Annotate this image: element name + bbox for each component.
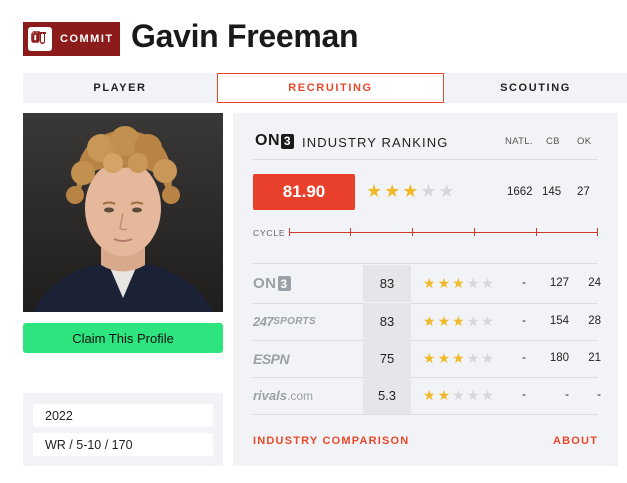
star-empty-icon: ★ xyxy=(466,350,480,366)
position-size: WR / 5-10 / 170 xyxy=(33,433,213,456)
industry-score: 81.90 xyxy=(253,174,355,210)
player-photo xyxy=(23,113,223,312)
service-rating: 75 xyxy=(363,340,411,377)
industry-stars: ★ ★ ★ ★ ★ xyxy=(366,181,455,201)
service-row-on3: ON 3 83 ★ ★ ★ ★ ★ - 127 24 xyxy=(253,265,601,302)
star-filled-icon: ★ xyxy=(437,275,451,291)
about-link[interactable]: ABOUT xyxy=(553,435,598,447)
service-stars: ★ ★ ★ ★ ★ xyxy=(423,314,494,328)
star-empty-icon: ★ xyxy=(481,387,494,403)
service-stars: ★ ★ ★ ★ ★ xyxy=(423,388,494,402)
star-empty-icon: ★ xyxy=(466,275,480,291)
star-filled-icon: ★ xyxy=(423,275,436,291)
on3-logo-icon: ON 3 xyxy=(253,265,291,302)
divider xyxy=(253,414,598,415)
service-stars: ★ ★ ★ ★ ★ xyxy=(423,351,494,365)
star-empty-icon: ★ xyxy=(438,181,455,201)
column-header-natl: NATL. xyxy=(505,136,533,147)
player-info-box: 2022 WR / 5-10 / 170 xyxy=(23,393,223,466)
profile-tabs: PLAYER RECRUITING SCOUTING xyxy=(23,73,627,103)
cycle-tick xyxy=(597,228,598,236)
service-natl: - xyxy=(522,315,526,327)
column-header-cb: CB xyxy=(546,136,560,147)
star-filled-icon: ★ xyxy=(423,387,436,403)
industry-cb-rank: 145 xyxy=(542,186,562,198)
service-rating: 83 xyxy=(363,265,411,302)
cycle-tick xyxy=(289,228,290,236)
star-empty-icon: ★ xyxy=(481,313,494,329)
star-filled-icon: ★ xyxy=(452,313,465,329)
star-filled-icon: ★ xyxy=(452,350,465,366)
service-row-247sports: 247 SPORTS 83 ★ ★ ★ ★ ★ - 154 28 xyxy=(253,303,601,340)
service-ok: - xyxy=(597,389,601,401)
star-filled-icon: ★ xyxy=(423,350,436,366)
star-filled-icon: ★ xyxy=(437,350,451,366)
service-cb: 154 xyxy=(549,315,569,327)
star-filled-icon: ★ xyxy=(423,313,436,329)
on3-logo-icon: ON 3 xyxy=(255,132,294,150)
service-cb: - xyxy=(565,389,569,401)
star-empty-icon: ★ xyxy=(481,350,494,366)
claim-profile-button[interactable]: Claim This Profile xyxy=(23,323,223,353)
service-stars: ★ ★ ★ ★ ★ xyxy=(423,276,494,290)
star-empty-icon: ★ xyxy=(466,387,480,403)
star-empty-icon: ★ xyxy=(466,313,480,329)
oklahoma-logo-icon xyxy=(28,27,52,51)
star-empty-icon: ★ xyxy=(452,387,465,403)
star-empty-icon: ★ xyxy=(481,275,494,291)
industry-ranking-title: INDUSTRY RANKING xyxy=(302,135,449,150)
tab-player[interactable]: PLAYER xyxy=(23,73,217,103)
service-ok: 21 xyxy=(588,352,601,364)
industry-ranking-panel: ON 3 INDUSTRY RANKING NATL. CB OK 81.90 ★… xyxy=(233,113,618,466)
industry-natl-rank: 1662 xyxy=(507,186,533,198)
tab-scouting[interactable]: SCOUTING xyxy=(444,73,627,103)
class-year: 2022 xyxy=(33,404,213,427)
service-natl: - xyxy=(522,389,526,401)
player-name: Gavin Freeman xyxy=(131,18,359,54)
cycle-tick xyxy=(474,228,475,236)
star-filled-icon: ★ xyxy=(366,181,383,201)
247sports-logo-icon: 247 SPORTS xyxy=(253,314,316,329)
cycle-tick xyxy=(412,228,413,236)
rivals-logo-icon: rivals .com xyxy=(253,388,313,403)
commit-label: COMMIT xyxy=(60,33,114,45)
service-rating: 5.3 xyxy=(363,377,411,414)
service-cb: 180 xyxy=(549,352,569,364)
service-cb: 127 xyxy=(549,277,569,289)
service-rating: 83 xyxy=(363,303,411,340)
star-empty-icon: ★ xyxy=(420,181,437,201)
service-ok: 24 xyxy=(588,277,601,289)
industry-comparison-link[interactable]: INDUSTRY COMPARISON xyxy=(253,435,409,447)
tab-recruiting[interactable]: RECRUITING xyxy=(217,73,444,103)
commit-badge[interactable]: COMMIT xyxy=(23,22,120,56)
espn-logo-icon: ESPN xyxy=(253,350,290,367)
service-ok: 28 xyxy=(588,315,601,327)
star-filled-icon: ★ xyxy=(384,181,401,201)
star-filled-icon: ★ xyxy=(452,275,465,291)
service-row-rivals: rivals .com 5.3 ★ ★ ★ ★ ★ - - - xyxy=(253,377,601,414)
star-filled-icon: ★ xyxy=(402,181,419,201)
divider xyxy=(253,263,598,264)
industry-ok-rank: 27 xyxy=(577,186,590,198)
column-header-ok: OK xyxy=(577,136,592,147)
star-filled-icon: ★ xyxy=(437,387,451,403)
service-natl: - xyxy=(522,277,526,289)
cycle-timeline[interactable] xyxy=(289,232,598,233)
divider xyxy=(253,159,598,160)
service-row-espn: ESPN 75 ★ ★ ★ ★ ★ - 180 21 xyxy=(253,340,601,377)
cycle-tick xyxy=(536,228,537,236)
service-natl: - xyxy=(522,352,526,364)
star-filled-icon: ★ xyxy=(437,313,451,329)
cycle-label: CYCLE xyxy=(253,228,286,238)
cycle-tick xyxy=(350,228,351,236)
